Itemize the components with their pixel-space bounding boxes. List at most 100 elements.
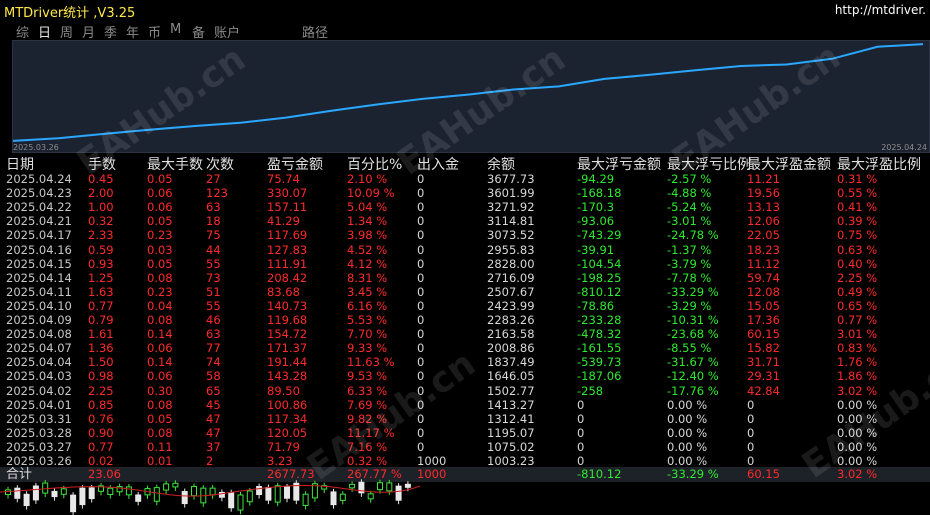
cell-max-float-loss-pct: -23.68 % bbox=[667, 327, 719, 342]
cell-profit: 3.23 bbox=[267, 454, 293, 468]
table-row: 2025.04.09 0.79 0.08 46 119.68 5.53 % 0 2283.26… bbox=[0, 313, 930, 327]
candle-body bbox=[237, 494, 244, 511]
cell-max-lots: 0.06 bbox=[147, 341, 173, 356]
cell-max-float-loss: -478.32 bbox=[577, 327, 622, 342]
tab-day[interactable]: 日 bbox=[38, 22, 51, 41]
cell-count: 47 bbox=[206, 411, 221, 426]
cell-max-float-loss: -168.18 bbox=[577, 186, 622, 201]
cell-max-float-profit-pct: 0.31 % bbox=[837, 172, 878, 186]
cell-max-float-profit: 0 bbox=[747, 454, 755, 468]
candle-body bbox=[256, 486, 263, 496]
tab-week[interactable]: 周 bbox=[60, 22, 73, 41]
tab-path[interactable]: 路径 bbox=[302, 22, 328, 41]
cell-profit: 111.91 bbox=[267, 256, 308, 271]
cell-max-float-profit: 0 bbox=[747, 425, 755, 440]
cell-lots: 1.36 bbox=[88, 341, 114, 356]
tab-summary[interactable]: 综 bbox=[16, 22, 29, 41]
candle-body bbox=[265, 487, 272, 501]
cell-max-float-profit: 12.06 bbox=[747, 214, 780, 229]
candle-body bbox=[172, 482, 179, 488]
cell-date: 2025.04.08 bbox=[6, 327, 72, 342]
tab-account[interactable]: 账户 bbox=[214, 22, 240, 41]
cell-balance: 2163.58 bbox=[487, 327, 535, 342]
cell-max-float-profit: 59.74 bbox=[747, 270, 780, 285]
cell-deposit: 0 bbox=[417, 270, 425, 285]
cell-balance: 2423.99 bbox=[487, 298, 535, 313]
cell-percent: 5.04 % bbox=[347, 200, 388, 215]
cell-deposit: 0 bbox=[417, 284, 425, 299]
tab-magic[interactable]: M bbox=[170, 22, 181, 37]
cell-max-lots: 0.05 bbox=[147, 411, 173, 426]
cell-deposit: 0 bbox=[417, 214, 425, 229]
candle-body bbox=[395, 485, 402, 501]
tab-month[interactable]: 月 bbox=[82, 22, 95, 41]
candle-body bbox=[228, 492, 235, 509]
cell-deposit: 1000 bbox=[417, 454, 447, 468]
cell-percent: 10.09 % bbox=[347, 186, 395, 201]
cell-deposit: 0 bbox=[417, 186, 425, 201]
cell-balance: 2955.83 bbox=[487, 242, 535, 257]
cell-profit: 41.29 bbox=[267, 214, 300, 229]
candle-body bbox=[42, 482, 49, 494]
candle-body bbox=[153, 487, 160, 502]
cell-max-float-loss-pct: -24.78 % bbox=[667, 228, 719, 243]
cell-max-float-loss: -104.54 bbox=[577, 256, 622, 271]
candle-body bbox=[377, 482, 383, 491]
cell-percent: 3.98 % bbox=[347, 228, 388, 243]
cell-percent: 3.45 % bbox=[347, 284, 388, 299]
cell-profit: 171.37 bbox=[267, 341, 308, 356]
table-row: 2025.04.11 1.63 0.23 51 83.68 3.45 % 0 2507.67 -… bbox=[0, 285, 930, 299]
title-bar: MTDriver统计 ,V3.25 http://mtdriver. bbox=[0, 0, 930, 21]
cell-max-float-profit: 19.56 bbox=[747, 186, 780, 201]
cell-max-float-profit-pct: 0.83 % bbox=[837, 341, 878, 356]
table-row: 2025.04.15 0.93 0.05 55 111.91 4.12 % 0 2828.00… bbox=[0, 257, 930, 271]
cell-max-lots: 0.30 bbox=[147, 383, 173, 398]
cell-lots: 2.25 bbox=[88, 383, 114, 398]
col-max-float-loss-header: 最大浮亏金额 bbox=[577, 157, 661, 173]
tab-year[interactable]: 年 bbox=[126, 22, 139, 41]
cell-max-float-profit: 13.13 bbox=[747, 200, 780, 215]
table-row: 2025.04.14 1.25 0.08 73 208.42 8.31 % 0 2716.09… bbox=[0, 271, 930, 285]
cell-balance: 1003.23 bbox=[487, 454, 535, 468]
candle-body bbox=[14, 487, 21, 499]
col-max-float-profit-pct-header: 最大浮盈比例 bbox=[837, 157, 921, 173]
tab-currency[interactable]: 币 bbox=[148, 22, 161, 41]
cell-deposit: 0 bbox=[417, 439, 425, 454]
cell-max-lots: 0.01 bbox=[147, 454, 173, 468]
cell-count: 74 bbox=[206, 355, 221, 370]
cell-lots: 2.00 bbox=[88, 186, 114, 201]
cell-max-float-profit-pct: 0.63 % bbox=[837, 242, 878, 257]
cell-count: 63 bbox=[206, 327, 221, 342]
cell-count: 18 bbox=[206, 214, 221, 229]
site-url[interactable]: http://mtdriver. bbox=[835, 3, 926, 17]
cell-max-float-loss-pct: 0.00 % bbox=[667, 454, 708, 468]
tab-quarter[interactable]: 季 bbox=[104, 22, 117, 41]
table-row: 2025.04.10 0.77 0.04 55 140.73 6.16 % 0 2423.99… bbox=[0, 299, 930, 313]
cell-lots: 0.59 bbox=[88, 242, 114, 257]
cell-date: 2025.04.22 bbox=[6, 200, 72, 215]
cell-max-float-loss-pct: -12.40 % bbox=[667, 369, 719, 384]
table-row: 2025.03.26 0.02 0.01 2 3.23 0.32 % 1000 1003.23… bbox=[0, 454, 930, 468]
cell-deposit: 0 bbox=[417, 298, 425, 313]
cell-max-float-loss-pct: -3.01 % bbox=[667, 214, 712, 229]
cell-max-lots: 0.05 bbox=[147, 172, 173, 186]
cell-max-float-loss: -78.86 bbox=[577, 298, 615, 313]
cell-deposit: 0 bbox=[417, 327, 425, 342]
tab-note[interactable]: 备 bbox=[192, 22, 205, 41]
cell-max-lots: 0.23 bbox=[147, 228, 173, 243]
cell-lots: 0.77 bbox=[88, 439, 114, 454]
cell-balance: 3114.81 bbox=[487, 214, 535, 229]
cell-max-float-profit-pct: 0.55 % bbox=[837, 186, 878, 201]
cell-count: 37 bbox=[206, 439, 221, 454]
cell-count: 27 bbox=[206, 172, 221, 186]
cell-date: 2025.04.01 bbox=[6, 397, 72, 412]
cell-max-lots: 0.05 bbox=[147, 256, 173, 271]
cell-profit: 154.72 bbox=[267, 327, 308, 342]
cell-max-float-profit-pct: 2.25 % bbox=[837, 270, 878, 285]
cell-max-float-profit: 11.21 bbox=[747, 172, 780, 186]
cell-max-float-loss: -810.12 bbox=[577, 284, 622, 299]
cell-count: 45 bbox=[206, 397, 221, 412]
cell-max-float-loss: -233.28 bbox=[577, 313, 622, 327]
candle-body bbox=[51, 490, 58, 498]
cell-max-float-profit-pct: 3.02 % bbox=[837, 383, 878, 398]
